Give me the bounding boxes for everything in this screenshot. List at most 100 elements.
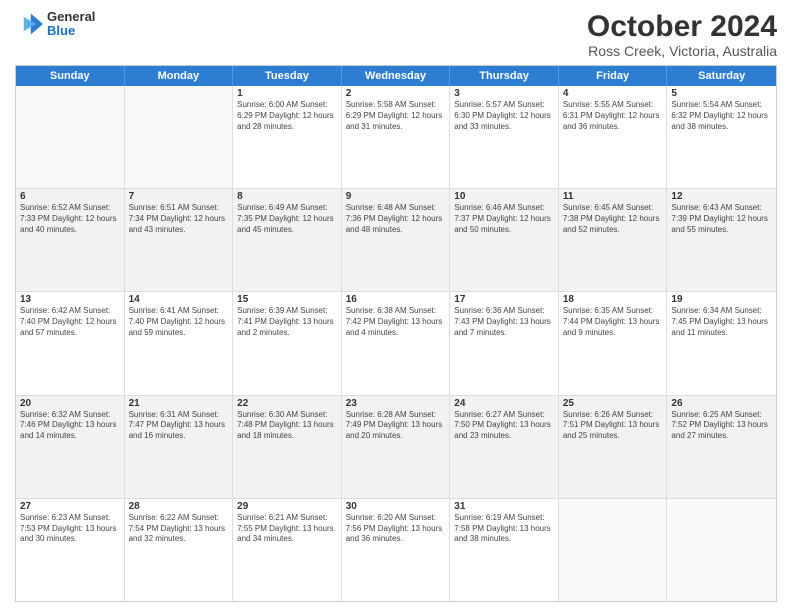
day-info: Sunrise: 6:20 AM Sunset: 7:56 PM Dayligh… <box>346 513 446 545</box>
day-number: 8 <box>237 191 337 202</box>
logo: General Blue <box>15 10 95 39</box>
calendar: SundayMondayTuesdayWednesdayThursdayFrid… <box>15 65 777 602</box>
day-info: Sunrise: 6:41 AM Sunset: 7:40 PM Dayligh… <box>129 306 229 338</box>
day-number: 11 <box>563 191 663 202</box>
calendar-cell: 25Sunrise: 6:26 AM Sunset: 7:51 PM Dayli… <box>559 396 668 498</box>
calendar-cell: 10Sunrise: 6:46 AM Sunset: 7:37 PM Dayli… <box>450 189 559 291</box>
calendar-cell: 14Sunrise: 6:41 AM Sunset: 7:40 PM Dayli… <box>125 292 234 394</box>
day-number: 25 <box>563 398 663 409</box>
day-number: 22 <box>237 398 337 409</box>
day-info: Sunrise: 5:57 AM Sunset: 6:30 PM Dayligh… <box>454 100 554 132</box>
logo-text: General Blue <box>47 10 95 39</box>
calendar-cell: 13Sunrise: 6:42 AM Sunset: 7:40 PM Dayli… <box>16 292 125 394</box>
day-number: 31 <box>454 501 554 512</box>
calendar-cell: 5Sunrise: 5:54 AM Sunset: 6:32 PM Daylig… <box>667 86 776 188</box>
day-info: Sunrise: 6:32 AM Sunset: 7:46 PM Dayligh… <box>20 410 120 442</box>
day-number: 5 <box>671 88 772 99</box>
calendar-cell: 2Sunrise: 5:58 AM Sunset: 6:29 PM Daylig… <box>342 86 451 188</box>
day-number: 6 <box>20 191 120 202</box>
day-info: Sunrise: 6:26 AM Sunset: 7:51 PM Dayligh… <box>563 410 663 442</box>
calendar-body: 1Sunrise: 6:00 AM Sunset: 6:29 PM Daylig… <box>16 86 776 601</box>
logo-icon <box>15 10 43 38</box>
day-info: Sunrise: 6:52 AM Sunset: 7:33 PM Dayligh… <box>20 203 120 235</box>
day-info: Sunrise: 6:42 AM Sunset: 7:40 PM Dayligh… <box>20 306 120 338</box>
day-info: Sunrise: 5:54 AM Sunset: 6:32 PM Dayligh… <box>671 100 772 132</box>
calendar-cell: 24Sunrise: 6:27 AM Sunset: 7:50 PM Dayli… <box>450 396 559 498</box>
day-info: Sunrise: 5:58 AM Sunset: 6:29 PM Dayligh… <box>346 100 446 132</box>
header-day-sunday: Sunday <box>16 66 125 86</box>
day-number: 19 <box>671 294 772 305</box>
day-info: Sunrise: 5:55 AM Sunset: 6:31 PM Dayligh… <box>563 100 663 132</box>
calendar-cell <box>559 499 668 601</box>
day-number: 2 <box>346 88 446 99</box>
header-day-wednesday: Wednesday <box>342 66 451 86</box>
calendar-cell: 21Sunrise: 6:31 AM Sunset: 7:47 PM Dayli… <box>125 396 234 498</box>
day-number: 23 <box>346 398 446 409</box>
title-month: October 2024 <box>587 10 777 43</box>
day-number: 18 <box>563 294 663 305</box>
calendar-cell: 20Sunrise: 6:32 AM Sunset: 7:46 PM Dayli… <box>16 396 125 498</box>
day-info: Sunrise: 6:46 AM Sunset: 7:37 PM Dayligh… <box>454 203 554 235</box>
day-number: 28 <box>129 501 229 512</box>
day-info: Sunrise: 6:38 AM Sunset: 7:42 PM Dayligh… <box>346 306 446 338</box>
logo-blue-text: Blue <box>47 24 95 38</box>
day-number: 27 <box>20 501 120 512</box>
calendar-cell: 15Sunrise: 6:39 AM Sunset: 7:41 PM Dayli… <box>233 292 342 394</box>
day-number: 24 <box>454 398 554 409</box>
day-info: Sunrise: 6:25 AM Sunset: 7:52 PM Dayligh… <box>671 410 772 442</box>
day-info: Sunrise: 6:48 AM Sunset: 7:36 PM Dayligh… <box>346 203 446 235</box>
calendar-cell <box>16 86 125 188</box>
calendar-cell: 30Sunrise: 6:20 AM Sunset: 7:56 PM Dayli… <box>342 499 451 601</box>
calendar-cell: 31Sunrise: 6:19 AM Sunset: 7:58 PM Dayli… <box>450 499 559 601</box>
day-info: Sunrise: 6:39 AM Sunset: 7:41 PM Dayligh… <box>237 306 337 338</box>
day-number: 29 <box>237 501 337 512</box>
day-number: 14 <box>129 294 229 305</box>
page: General Blue October 2024 Ross Creek, Vi… <box>0 0 792 612</box>
title-location: Ross Creek, Victoria, Australia <box>587 43 777 59</box>
day-info: Sunrise: 6:30 AM Sunset: 7:48 PM Dayligh… <box>237 410 337 442</box>
calendar-cell: 12Sunrise: 6:43 AM Sunset: 7:39 PM Dayli… <box>667 189 776 291</box>
day-number: 17 <box>454 294 554 305</box>
day-number: 4 <box>563 88 663 99</box>
calendar-cell: 26Sunrise: 6:25 AM Sunset: 7:52 PM Dayli… <box>667 396 776 498</box>
header-day-thursday: Thursday <box>450 66 559 86</box>
day-info: Sunrise: 6:31 AM Sunset: 7:47 PM Dayligh… <box>129 410 229 442</box>
calendar-cell: 28Sunrise: 6:22 AM Sunset: 7:54 PM Dayli… <box>125 499 234 601</box>
calendar-header: SundayMondayTuesdayWednesdayThursdayFrid… <box>16 66 776 86</box>
calendar-cell: 3Sunrise: 5:57 AM Sunset: 6:30 PM Daylig… <box>450 86 559 188</box>
day-info: Sunrise: 6:00 AM Sunset: 6:29 PM Dayligh… <box>237 100 337 132</box>
day-number: 15 <box>237 294 337 305</box>
day-info: Sunrise: 6:21 AM Sunset: 7:55 PM Dayligh… <box>237 513 337 545</box>
calendar-cell: 6Sunrise: 6:52 AM Sunset: 7:33 PM Daylig… <box>16 189 125 291</box>
calendar-cell: 11Sunrise: 6:45 AM Sunset: 7:38 PM Dayli… <box>559 189 668 291</box>
day-info: Sunrise: 6:45 AM Sunset: 7:38 PM Dayligh… <box>563 203 663 235</box>
day-number: 26 <box>671 398 772 409</box>
day-number: 3 <box>454 88 554 99</box>
calendar-cell: 29Sunrise: 6:21 AM Sunset: 7:55 PM Dayli… <box>233 499 342 601</box>
header-day-tuesday: Tuesday <box>233 66 342 86</box>
header-day-monday: Monday <box>125 66 234 86</box>
calendar-cell: 7Sunrise: 6:51 AM Sunset: 7:34 PM Daylig… <box>125 189 234 291</box>
calendar-cell: 22Sunrise: 6:30 AM Sunset: 7:48 PM Dayli… <box>233 396 342 498</box>
calendar-cell: 18Sunrise: 6:35 AM Sunset: 7:44 PM Dayli… <box>559 292 668 394</box>
day-number: 12 <box>671 191 772 202</box>
day-number: 9 <box>346 191 446 202</box>
calendar-cell: 17Sunrise: 6:36 AM Sunset: 7:43 PM Dayli… <box>450 292 559 394</box>
day-info: Sunrise: 6:43 AM Sunset: 7:39 PM Dayligh… <box>671 203 772 235</box>
calendar-cell: 16Sunrise: 6:38 AM Sunset: 7:42 PM Dayli… <box>342 292 451 394</box>
calendar-row-3: 13Sunrise: 6:42 AM Sunset: 7:40 PM Dayli… <box>16 292 776 395</box>
day-info: Sunrise: 6:35 AM Sunset: 7:44 PM Dayligh… <box>563 306 663 338</box>
calendar-cell: 4Sunrise: 5:55 AM Sunset: 6:31 PM Daylig… <box>559 86 668 188</box>
day-number: 13 <box>20 294 120 305</box>
calendar-row-4: 20Sunrise: 6:32 AM Sunset: 7:46 PM Dayli… <box>16 396 776 499</box>
day-number: 10 <box>454 191 554 202</box>
day-info: Sunrise: 6:22 AM Sunset: 7:54 PM Dayligh… <box>129 513 229 545</box>
calendar-cell: 8Sunrise: 6:49 AM Sunset: 7:35 PM Daylig… <box>233 189 342 291</box>
logo-general-text: General <box>47 10 95 24</box>
day-info: Sunrise: 6:23 AM Sunset: 7:53 PM Dayligh… <box>20 513 120 545</box>
calendar-row-5: 27Sunrise: 6:23 AM Sunset: 7:53 PM Dayli… <box>16 499 776 601</box>
calendar-cell <box>667 499 776 601</box>
day-info: Sunrise: 6:51 AM Sunset: 7:34 PM Dayligh… <box>129 203 229 235</box>
day-number: 1 <box>237 88 337 99</box>
calendar-row-1: 1Sunrise: 6:00 AM Sunset: 6:29 PM Daylig… <box>16 86 776 189</box>
